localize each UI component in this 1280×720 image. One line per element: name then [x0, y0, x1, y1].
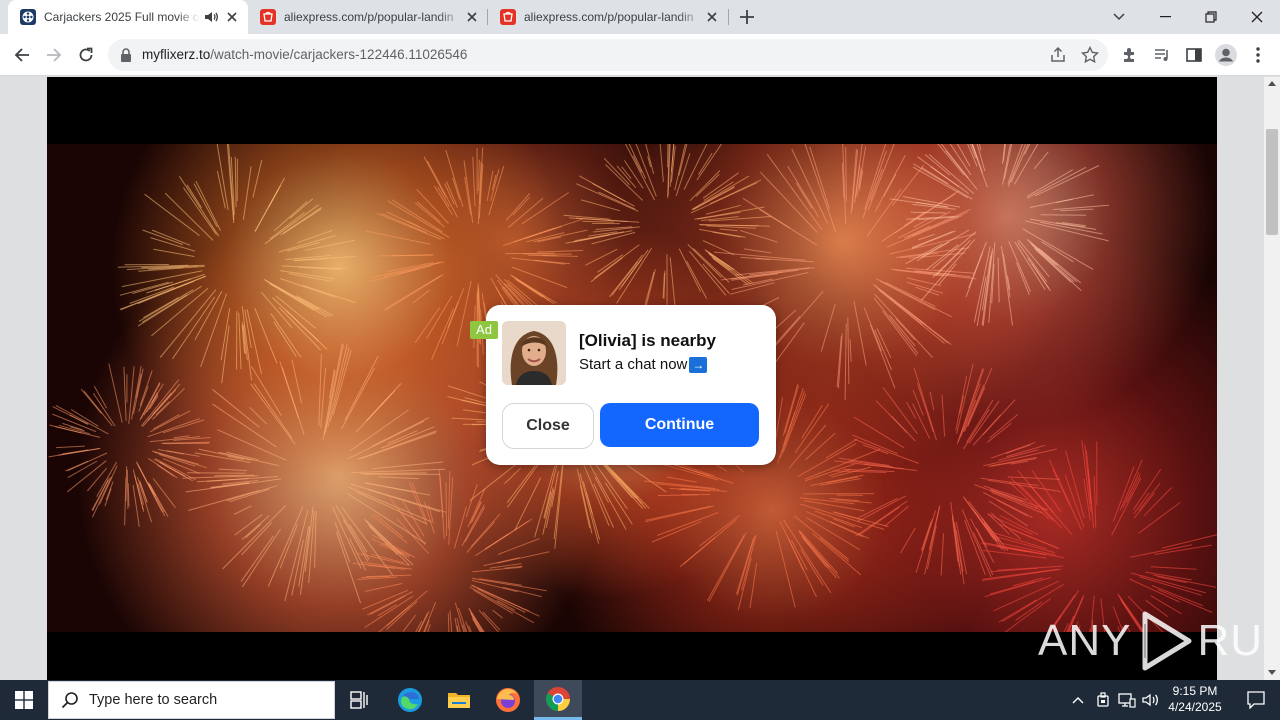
minimize-button[interactable]	[1142, 0, 1188, 34]
kebab-menu-icon	[1256, 47, 1260, 63]
profile-button[interactable]	[1212, 41, 1240, 69]
tab-close-icon[interactable]	[224, 9, 240, 25]
aliexpress-icon	[500, 9, 516, 25]
chrome-icon	[546, 686, 570, 711]
network-button[interactable]	[1116, 680, 1138, 720]
url-path: /watch-movie/carjackers-122446.11026546	[210, 47, 468, 62]
side-panel-icon	[1186, 48, 1202, 62]
scroll-thumb[interactable]	[1266, 129, 1278, 235]
firefox-taskbar-button[interactable]	[484, 680, 532, 720]
ad-popup: Ad [Olivia] is nearby Start a chat now →…	[470, 305, 776, 465]
show-hidden-icons-button[interactable]	[1068, 680, 1088, 720]
chrome-taskbar-button[interactable]	[534, 680, 582, 720]
file-explorer-taskbar-button[interactable]	[435, 680, 483, 720]
new-tab-button[interactable]	[736, 6, 758, 28]
reload-button[interactable]	[72, 41, 100, 69]
clock-date: 4/24/2025	[1168, 700, 1222, 714]
ad-title: [Olivia] is nearby	[579, 331, 716, 350]
plus-icon	[740, 10, 754, 24]
search-icon	[61, 692, 78, 709]
notification-icon	[1247, 691, 1265, 709]
tray-device-button[interactable]	[1092, 680, 1114, 720]
forward-button[interactable]	[40, 41, 68, 69]
tab-close-icon[interactable]	[464, 9, 480, 25]
tab-title: aliexpress.com/p/popular-landin	[284, 10, 454, 24]
audio-playing-icon[interactable]	[204, 10, 218, 24]
ad-close-button[interactable]: Close	[502, 403, 594, 449]
bookmark-star-icon[interactable]	[1080, 45, 1100, 65]
chevron-up-icon	[1072, 697, 1084, 704]
notification-center-button[interactable]	[1232, 680, 1280, 720]
speaker-icon	[1142, 693, 1158, 707]
lock-icon[interactable]	[120, 48, 132, 62]
anyrun-watermark: ANY RUN	[1038, 608, 1280, 674]
film-reel-icon	[20, 9, 36, 25]
back-button[interactable]	[8, 41, 36, 69]
arrow-left-icon	[14, 48, 29, 62]
edge-icon	[398, 688, 422, 712]
tab-close-icon[interactable]	[704, 9, 720, 25]
tab-search-button[interactable]	[1096, 0, 1142, 34]
chevron-down-icon	[1113, 13, 1125, 21]
avatar-icon	[1215, 44, 1237, 66]
menu-button[interactable]	[1244, 41, 1272, 69]
volume-button[interactable]	[1140, 680, 1162, 720]
file-explorer-icon	[448, 693, 470, 708]
url-host: myflixerz.to	[142, 47, 211, 62]
taskbar-search-box[interactable]: Type here to search	[48, 681, 335, 719]
ad-avatar	[502, 321, 566, 385]
scroll-down-arrow-icon[interactable]	[1268, 670, 1276, 675]
tab-strip: Carjackers 2025 Full movie o aliexpress.…	[0, 0, 1280, 34]
reload-icon	[79, 47, 93, 62]
minimize-icon	[1159, 16, 1171, 18]
search-placeholder: Type here to search	[89, 692, 218, 708]
side-panel-button[interactable]	[1180, 41, 1208, 69]
ad-badge: Ad	[470, 321, 498, 339]
extensions-button[interactable]	[1116, 41, 1144, 69]
ad-subtitle: Start a chat now →	[579, 356, 708, 373]
restore-icon	[1205, 11, 1217, 23]
address-bar[interactable]: myflixerz.to/watch-movie/carjackers-1224…	[108, 39, 1108, 71]
tab-separator	[728, 9, 729, 25]
media-control-button[interactable]	[1148, 41, 1176, 69]
network-icon	[1118, 693, 1136, 708]
tab-aliexpress-2[interactable]: aliexpress.com/p/popular-landin	[488, 0, 728, 34]
windows-logo-icon	[15, 691, 33, 709]
start-button[interactable]	[0, 680, 48, 720]
tab-carjackers[interactable]: Carjackers 2025 Full movie o	[8, 0, 248, 34]
task-view-button[interactable]	[336, 680, 384, 720]
clock-time: 9:15 PM	[1172, 684, 1218, 698]
share-icon[interactable]	[1048, 45, 1068, 65]
edge-taskbar-button[interactable]	[386, 680, 434, 720]
firefox-icon	[496, 688, 520, 712]
restore-button[interactable]	[1188, 0, 1234, 34]
windows-taskbar: Type here to search 9:15 PM 4/24/2025	[0, 680, 1280, 720]
arrow-right-icon	[47, 48, 62, 62]
taskbar-clock[interactable]: 9:15 PM 4/24/2025	[1160, 683, 1230, 715]
usb-device-icon	[1097, 692, 1109, 707]
browser-toolbar: myflixerz.to/watch-movie/carjackers-1224…	[0, 34, 1280, 76]
close-window-button[interactable]	[1234, 0, 1280, 34]
close-icon	[1251, 11, 1263, 23]
tab-title: aliexpress.com/p/popular-landin	[524, 10, 694, 24]
aliexpress-icon	[260, 9, 276, 25]
play-logo-icon	[1142, 611, 1192, 671]
ad-subtitle-text: Start a chat now	[579, 356, 688, 373]
ad-continue-button[interactable]: Continue	[600, 403, 759, 447]
page-scrollbar[interactable]	[1264, 77, 1280, 680]
scroll-up-arrow-icon[interactable]	[1268, 81, 1276, 86]
media-queue-icon	[1155, 49, 1168, 61]
tab-aliexpress-1[interactable]: aliexpress.com/p/popular-landin	[248, 0, 488, 34]
puzzle-icon	[1124, 48, 1134, 62]
url-text[interactable]: myflixerz.to/watch-movie/carjackers-1224…	[142, 47, 467, 62]
woman-portrait-image	[502, 321, 566, 385]
tab-title: Carjackers 2025 Full movie o	[44, 10, 200, 24]
task-view-icon	[350, 691, 368, 709]
watermark-left-text: ANY	[1038, 616, 1132, 665]
arrow-right-icon: →	[689, 356, 708, 373]
